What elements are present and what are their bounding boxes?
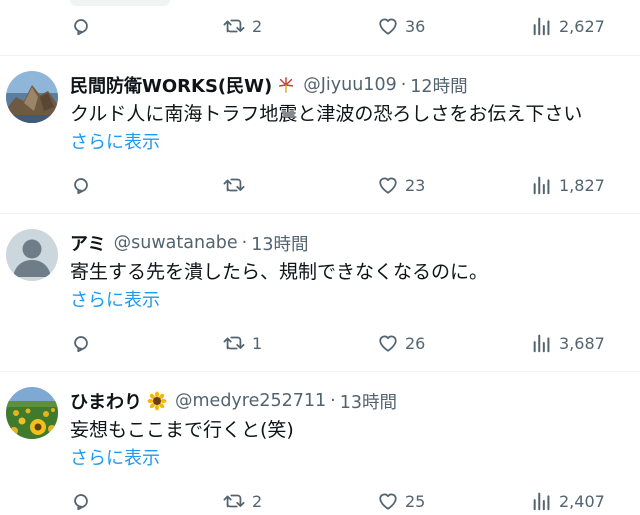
reply-icon (70, 174, 92, 196)
view-count: 2,407 (559, 491, 605, 511)
retweet-button[interactable]: 2 (222, 13, 262, 39)
avatar[interactable] (6, 71, 58, 123)
retweet-count: 1 (252, 333, 263, 353)
display-name[interactable]: ひまわり (70, 388, 142, 414)
tweet[interactable]: 民間防衛WORKS(民W) @Jiyuu109 · 12時間 クルド人に南海トラ… (0, 56, 640, 213)
reply-icon (70, 490, 92, 512)
tweet-actions: 1 26 3,687 (0, 330, 640, 356)
tweet-text: クルド人に南海トラフ地震と津波の恐ろしさをお伝え下さい (70, 103, 583, 125)
reply-button[interactable] (70, 330, 92, 356)
views-button[interactable]: 2,627 (531, 13, 605, 39)
tweet-header: 民間防衛WORKS(民W) @Jiyuu109 · 12時間 (70, 72, 468, 98)
like-count: 25 (405, 491, 426, 511)
retweet-count: 2 (252, 16, 263, 36)
tweet-actions: 2 25 2,407 (0, 488, 640, 514)
tweet-header: アミ @suwatanabe · 13時間 (70, 230, 309, 256)
separator: · (241, 233, 248, 253)
retweet-button[interactable] (222, 172, 246, 198)
timestamp[interactable]: 12時間 (410, 73, 467, 98)
like-button[interactable]: 23 (377, 172, 425, 198)
reply-button[interactable] (70, 13, 92, 39)
display-name[interactable]: アミ (70, 230, 106, 256)
handle[interactable]: @medyre252711 (175, 391, 326, 411)
view-count: 2,627 (559, 16, 605, 36)
like-button[interactable]: 26 (377, 330, 425, 356)
tweet-actions: 2 36 2,627 (0, 13, 640, 39)
tweet[interactable]: アミ @suwatanabe · 13時間 寄生する先を潰したら、規制できなくな… (0, 214, 640, 371)
timestamp[interactable]: 13時間 (251, 231, 308, 256)
handle[interactable]: @suwatanabe (114, 233, 238, 253)
display-name[interactable]: 民間防衛WORKS(民W) (70, 72, 272, 98)
retweet-icon (222, 490, 246, 512)
avatar[interactable] (6, 229, 58, 281)
tweet-text: 妄想もここまで行くと(笑) (70, 419, 294, 441)
show-more-link[interactable]: さらに表示 (70, 130, 160, 156)
heart-icon (377, 332, 399, 354)
retweet-icon (222, 15, 246, 37)
retweet-icon (222, 332, 246, 354)
like-count: 26 (405, 333, 426, 353)
heart-icon (377, 490, 399, 512)
show-more-link[interactable]: さらに表示 (70, 446, 160, 472)
show-more-link[interactable]: さらに表示 (70, 288, 160, 314)
heart-icon (377, 174, 399, 196)
views-button[interactable]: 1,827 (531, 172, 605, 198)
media-preview-edge (70, 0, 170, 6)
tweet-header: ひまわり @medyre252711 · 13時間 (70, 388, 397, 414)
heart-icon (377, 15, 399, 37)
view-count: 3,687 (559, 333, 605, 353)
tweet-text: 寄生する先を潰したら、規制できなくなるのに。 (70, 261, 489, 283)
separator: · (400, 75, 407, 95)
handle[interactable]: @Jiyuu109 (303, 75, 396, 95)
retweet-button[interactable]: 2 (222, 488, 262, 514)
retweet-button[interactable]: 1 (222, 330, 262, 356)
like-button[interactable]: 25 (377, 488, 425, 514)
fireworks-emoji-icon (277, 76, 295, 94)
tweet-actions: 23 1,827 (0, 172, 640, 198)
views-button[interactable]: 2,407 (531, 488, 605, 514)
views-chart-icon (531, 490, 553, 512)
view-count: 1,827 (559, 175, 605, 195)
retweet-count: 2 (252, 491, 263, 511)
tweet-partial: 2 36 2,627 (0, 0, 640, 55)
reply-button[interactable] (70, 172, 92, 198)
views-chart-icon (531, 15, 553, 37)
reply-icon (70, 332, 92, 354)
retweet-icon (222, 174, 246, 196)
avatar[interactable] (6, 387, 58, 439)
like-count: 23 (405, 175, 426, 195)
separator: · (330, 391, 336, 411)
views-chart-icon (531, 332, 553, 354)
reply-icon (70, 15, 92, 37)
like-count: 36 (405, 16, 426, 36)
views-button[interactable]: 3,687 (531, 330, 605, 356)
timestamp[interactable]: 13時間 (340, 389, 397, 414)
sunflower-emoji-icon (147, 391, 167, 411)
timeline: 2 36 2,627 民間防衛WORKS(民W) @Jiyuu109 · 12時… (0, 0, 640, 515)
tweet[interactable]: ひまわり @medyre252711 · 13時間 妄想もここまで行くと(笑) … (0, 372, 640, 515)
views-chart-icon (531, 174, 553, 196)
like-button[interactable]: 36 (377, 13, 425, 39)
reply-button[interactable] (70, 488, 92, 514)
